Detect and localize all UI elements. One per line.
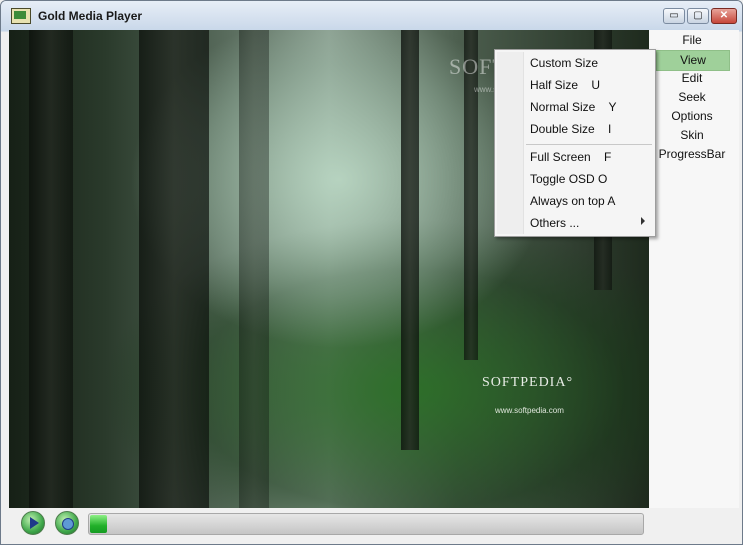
watermark-url: www.softpedia.com (495, 406, 564, 415)
view-context-menu: Custom Size Half Size U Normal Size Y Do… (494, 49, 656, 237)
menu-item-normal-size[interactable]: Normal Size Y (530, 98, 616, 116)
tree-trunk (139, 30, 209, 508)
progress-bar[interactable] (88, 513, 644, 535)
submenu-arrow-icon (641, 217, 645, 225)
menu-item-toggle-osd[interactable]: Toggle OSD O (530, 170, 607, 188)
side-menu-file[interactable]: File (656, 31, 728, 50)
maximize-button[interactable]: ▢ (687, 8, 709, 24)
close-button[interactable]: ✕ (711, 8, 737, 24)
side-menu-seek[interactable]: Seek (656, 88, 728, 107)
menu-item-others[interactable]: Others ... (530, 214, 579, 232)
menu-item-full-screen[interactable]: Full Screen F (530, 148, 611, 166)
tree-trunk (239, 30, 269, 508)
side-menu-view[interactable]: View (656, 50, 730, 71)
stop-button[interactable] (55, 511, 79, 535)
side-menu: File View Edit Seek Options Skin Progres… (649, 30, 739, 508)
control-bar (9, 508, 736, 541)
title-bar[interactable]: Gold Media Player ▭ ▢ ✕ (1, 1, 742, 31)
menu-item-custom-size[interactable]: Custom Size (530, 54, 598, 72)
tree-trunk (401, 30, 419, 450)
menu-item-half-size[interactable]: Half Size U (530, 76, 600, 94)
side-menu-edit[interactable]: Edit (656, 69, 728, 88)
side-menu-progressbar[interactable]: ProgressBar (656, 145, 728, 164)
player-window: Gold Media Player ▭ ▢ ✕ SOFTPEDIA www.so… (0, 0, 743, 545)
watermark-logo: SOFTPEDIA° (482, 375, 574, 390)
tree-trunk (29, 30, 73, 508)
side-menu-skin[interactable]: Skin (656, 126, 728, 145)
menu-item-double-size[interactable]: Double Size I (530, 120, 611, 138)
window-title: Gold Media Player (38, 9, 143, 23)
minimize-button[interactable]: ▭ (663, 8, 685, 24)
menu-item-always-on-top[interactable]: Always on top A (530, 192, 615, 210)
play-button[interactable] (21, 511, 45, 535)
film-icon (11, 8, 31, 24)
side-menu-options[interactable]: Options (656, 107, 728, 126)
menu-gutter (497, 52, 524, 234)
menu-separator (526, 144, 652, 145)
progress-fill (90, 515, 107, 533)
